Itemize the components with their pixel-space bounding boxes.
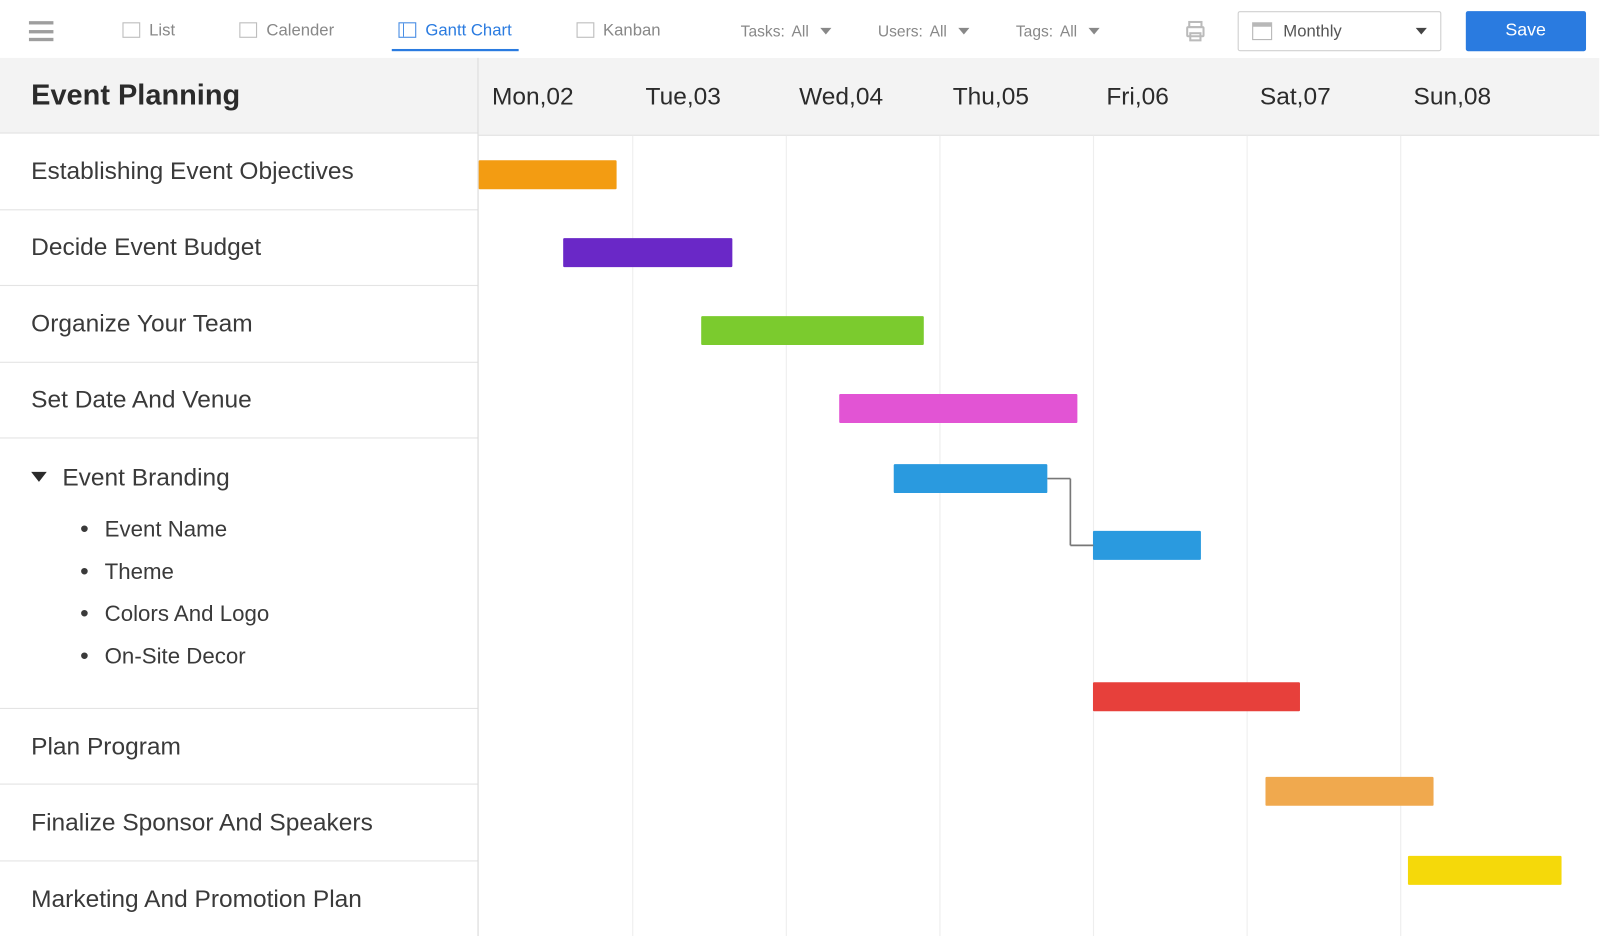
calendar-icon — [1252, 22, 1272, 40]
task-list-panel: Event Planning Establishing Event Object… — [0, 58, 479, 936]
chevron-down-icon — [820, 28, 831, 35]
period-select[interactable]: Monthly — [1238, 11, 1441, 51]
task-row[interactable]: Plan Program — [0, 709, 477, 785]
task-label: Finalize Sponsor And Speakers — [31, 808, 373, 837]
toolbar: List Calender Gantt Chart Kanban Tasks: … — [0, 4, 1599, 57]
gridline — [786, 136, 787, 936]
gantt-bar[interactable] — [1093, 682, 1300, 711]
list-icon — [122, 22, 140, 38]
dependency-link — [1045, 476, 1096, 547]
gantt-chart-area[interactable] — [479, 136, 1600, 936]
view-gantt-tab[interactable]: Gantt Chart — [392, 11, 518, 51]
gantt-bar[interactable] — [840, 394, 1078, 423]
gantt-timeline-panel: Mon,02Tue,03Wed,04Thu,05Fri,06Sat,07Sun,… — [479, 58, 1600, 936]
view-list-label: List — [149, 21, 175, 40]
save-button[interactable]: Save — [1465, 11, 1586, 51]
timeline-header: Mon,02Tue,03Wed,04Thu,05Fri,06Sat,07Sun,… — [479, 58, 1600, 136]
gantt-bar[interactable] — [1265, 777, 1434, 806]
filter-tasks[interactable]: Tasks: All — [741, 22, 831, 40]
filter-users-label: Users: — [878, 22, 923, 40]
gantt-bar[interactable] — [563, 238, 732, 267]
gantt-view: Event Planning Establishing Event Object… — [0, 58, 1599, 936]
subtask-item[interactable]: Colors And Logo — [80, 592, 446, 634]
subtask-item[interactable]: Event Name — [80, 507, 446, 549]
day-column-header: Sun,08 — [1400, 58, 1554, 135]
menu-icon[interactable] — [29, 21, 53, 41]
task-row[interactable]: Organize Your Team — [0, 286, 477, 362]
task-label: Establishing Event Objectives — [31, 157, 354, 186]
subtask-item[interactable]: On-Site Decor — [80, 634, 446, 676]
day-column-header: Wed,04 — [786, 58, 940, 135]
kanban-icon — [576, 22, 594, 38]
task-group-label: Event Branding — [62, 463, 229, 492]
chevron-down-icon — [958, 28, 969, 35]
filter-users[interactable]: Users: All — [878, 22, 969, 40]
subtask-item[interactable]: Theme — [80, 550, 446, 592]
filter-tasks-label: Tasks: — [741, 22, 785, 40]
filter-tasks-value: All — [792, 22, 809, 40]
task-row[interactable]: Marketing And Promotion Plan — [0, 861, 477, 936]
day-column-header: Sat,07 — [1247, 58, 1401, 135]
print-icon[interactable] — [1182, 19, 1209, 43]
filter-tags[interactable]: Tags: All — [1016, 22, 1100, 40]
task-group-toggle[interactable]: Event Branding — [31, 463, 446, 492]
task-label: Organize Your Team — [31, 309, 252, 338]
gridline — [1400, 136, 1401, 936]
gridline — [1247, 136, 1248, 936]
gantt-bar[interactable] — [893, 464, 1047, 493]
chevron-down-icon — [1415, 28, 1426, 35]
filters-group: Tasks: All Users: All Tags: All — [741, 22, 1100, 40]
day-column-header: Mon,02 — [479, 58, 633, 135]
gantt-bar[interactable] — [1093, 531, 1201, 560]
subtask-list: Event Name Theme Colors And Logo On-Site… — [80, 507, 446, 676]
task-row[interactable]: Establishing Event Objectives — [0, 134, 477, 210]
task-label: Decide Event Budget — [31, 233, 261, 262]
view-list-tab[interactable]: List — [116, 11, 182, 51]
gantt-bar[interactable] — [701, 316, 924, 345]
gridline — [939, 136, 940, 936]
task-row[interactable]: Decide Event Budget — [0, 210, 477, 286]
filter-users-value: All — [930, 22, 947, 40]
view-calendar-tab[interactable]: Calender — [233, 11, 341, 51]
calendar-icon — [240, 22, 258, 38]
gantt-bar[interactable] — [1408, 856, 1562, 885]
view-gantt-label: Gantt Chart — [425, 21, 511, 40]
gantt-icon — [399, 22, 417, 38]
day-column-header: Thu,05 — [939, 58, 1093, 135]
gantt-bar[interactable] — [479, 160, 617, 189]
filter-tags-value: All — [1060, 22, 1077, 40]
filter-tags-label: Tags: — [1016, 22, 1053, 40]
view-kanban-tab[interactable]: Kanban — [570, 11, 668, 51]
task-row[interactable]: Set Date And Venue — [0, 362, 477, 438]
period-value: Monthly — [1283, 22, 1341, 41]
task-group-row: Event Branding Event Name Theme Colors A… — [0, 438, 477, 708]
day-column-header: Fri,06 — [1093, 58, 1247, 135]
view-calendar-label: Calender — [266, 21, 334, 40]
project-title: Event Planning — [0, 58, 477, 134]
task-label: Set Date And Venue — [31, 385, 252, 414]
task-row[interactable]: Finalize Sponsor And Speakers — [0, 785, 477, 861]
task-label: Marketing And Promotion Plan — [31, 885, 362, 914]
day-column-header: Tue,03 — [632, 58, 786, 135]
chevron-down-icon — [1088, 28, 1099, 35]
view-kanban-label: Kanban — [603, 21, 661, 40]
triangle-down-icon — [31, 472, 47, 482]
task-label: Plan Program — [31, 732, 181, 761]
